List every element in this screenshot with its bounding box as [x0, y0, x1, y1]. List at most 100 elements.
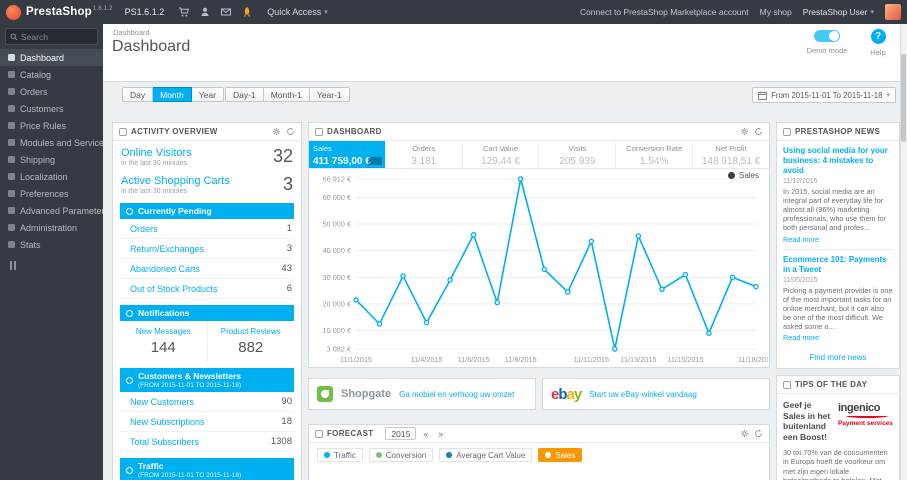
forecast-legend-conversion[interactable]: Conversion: [368, 448, 434, 462]
news-article-date: 11/12/2015: [783, 178, 818, 185]
demo-mode-toggle[interactable]: [814, 30, 840, 42]
sales-dot-icon: [545, 452, 552, 458]
shopgate-link[interactable]: Ga mobiel en verhoog uw omzet: [399, 390, 514, 399]
sidebar-item-stats[interactable]: Stats: [0, 236, 103, 253]
forecast-panel-title: FORECAST: [327, 429, 374, 438]
range-button-day-1[interactable]: Day-1: [225, 87, 264, 102]
gear-icon[interactable]: [740, 429, 749, 438]
ebay-promo: ebay Start uw eBay-winkel vandaag: [542, 378, 770, 410]
sidebar-item-shipping[interactable]: Shipping: [0, 151, 103, 168]
read-more-link[interactable]: Read more: [783, 235, 819, 244]
sidebar-item-administration[interactable]: Administration: [0, 219, 103, 236]
abandoned-carts-row[interactable]: Abandoned Carts 43: [120, 259, 294, 279]
rocket-icon[interactable]: [241, 6, 253, 18]
kpi-orders[interactable]: Orders 3 181: [386, 141, 463, 168]
conversion-dot-icon: [375, 452, 382, 458]
ebay-logo: ebay: [551, 385, 582, 403]
sidebar-item-localization[interactable]: Localization: [0, 168, 103, 185]
new-customers-row[interactable]: New Customers 90: [120, 392, 294, 412]
product-reviews-cell[interactable]: Product Reviews 882: [206, 321, 295, 362]
news-article-title[interactable]: Using social media for your business: 4 …: [783, 146, 893, 176]
new-messages-cell[interactable]: New Messages 144: [120, 321, 207, 362]
range-button-year[interactable]: Year: [191, 87, 224, 102]
dashboard-panel-title: DASHBOARD: [327, 127, 382, 136]
new-subscriptions-row[interactable]: New Subscriptions 18: [120, 412, 294, 432]
topbar: PrestaShop1.6.1.2 PS1.6.1.2 Quick Access…: [0, 0, 907, 24]
forecast-legend-average-cart-value[interactable]: Average Cart Value: [439, 448, 533, 462]
forecast-panel: FORECAST 2015 « » Traffic Conversion Ave…: [308, 424, 770, 480]
main-content: Dashboard Dashboard Demo mode ? Help Day…: [103, 24, 900, 480]
sidebar-item-price-rules[interactable]: Price Rules: [0, 117, 103, 134]
kpi-conversion-rate[interactable]: Conversion Rate 1.54%: [616, 141, 694, 168]
forecast-year-select[interactable]: 2015: [385, 427, 417, 440]
advanced-parameters-icon: [8, 207, 15, 214]
kpi-net-profit[interactable]: Net Profit 148 918,51 €: [693, 141, 769, 168]
range-button-day[interactable]: Day: [122, 87, 154, 102]
breadcrumb[interactable]: Dashboard: [113, 28, 150, 37]
active-carts-stat: Active Shopping Carts in the last 30 min…: [121, 174, 293, 195]
online-visitors-value: 32: [272, 146, 293, 166]
collapse-sidebar-icon[interactable]: [10, 261, 103, 270]
help-icon[interactable]: ?: [870, 29, 886, 44]
next-year-button[interactable]: »: [435, 429, 446, 439]
total-subscribers-row[interactable]: Total Subscribers 1308: [120, 432, 294, 452]
refresh-icon[interactable]: [754, 429, 763, 438]
search-input[interactable]: [21, 31, 93, 42]
user-avatar[interactable]: [885, 4, 901, 20]
gear-icon[interactable]: [740, 127, 749, 136]
topbar-notification-icons: [178, 6, 253, 18]
read-more-link[interactable]: Read more: [783, 333, 819, 342]
chart-legend-sales[interactable]: Sales: [727, 171, 759, 180]
find-more-news-link[interactable]: Find more news: [777, 347, 899, 368]
refresh-icon[interactable]: [286, 127, 295, 136]
tips-of-the-day-panel: TIPS OF THE DAY Geef je Sales in het bui…: [776, 375, 900, 480]
svg-text:11/6/2015: 11/6/2015: [458, 355, 490, 364]
prestashop-news-panel: PRESTASHOP NEWS Using social media for y…: [776, 122, 900, 370]
gear-icon[interactable]: [272, 127, 281, 136]
range-button-year-1[interactable]: Year-1: [309, 87, 350, 102]
sidebar-item-dashboard[interactable]: Dashboard: [0, 49, 103, 66]
notifications-header: Notifications: [120, 305, 294, 321]
quick-access-menu[interactable]: Quick Access ▾: [267, 7, 328, 17]
range-button-month[interactable]: Month: [153, 87, 192, 102]
online-visitors-stat: Online Visitors in the last 30 minutes 3…: [121, 146, 293, 167]
news-article-title[interactable]: Ecommerce 101: Payments in a Tweet: [783, 255, 893, 275]
sidebar-item-orders[interactable]: Orders: [0, 83, 103, 100]
marketplace-link[interactable]: Connect to PrestaShop Marketplace accoun…: [580, 7, 749, 17]
my-shop-link[interactable]: My shop: [760, 7, 792, 17]
cart-icon[interactable]: [178, 6, 190, 18]
user-menu[interactable]: PrestaShop User ▾: [803, 7, 874, 17]
kpi-visits[interactable]: Visits 205 939: [539, 141, 617, 168]
topbar-right: Connect to PrestaShop Marketplace accoun…: [580, 4, 901, 20]
sidebar-item-modules-and-services[interactable]: Modules and Services: [0, 134, 103, 151]
out-of-stock-row[interactable]: Out of Stock Products 6: [120, 279, 294, 299]
news-article-body: In 2015, social media are an integral pa…: [783, 187, 887, 233]
right-rail: PRESTASHOP NEWS Using social media for y…: [776, 122, 900, 480]
pending-returns-row[interactable]: Return/Exchanges 3: [120, 239, 294, 259]
ebay-link[interactable]: Start uw eBay-winkel vandaag: [589, 390, 697, 399]
active-carts-value: 3: [282, 174, 293, 194]
chevron-down-icon: ▾: [870, 9, 874, 16]
kpi-cart-value[interactable]: Cart Value 129,44 €: [463, 141, 540, 168]
customers-newsletters-header: Customers & Newsletters (FROM 2015-11-01…: [120, 368, 294, 392]
forecast-legend-traffic[interactable]: Traffic: [317, 448, 363, 462]
messages-icon[interactable]: [220, 6, 232, 18]
kpi-sales[interactable]: Sales 411 759,00 €: [309, 141, 386, 168]
range-button-month-1[interactable]: Month-1: [263, 87, 310, 102]
active-carts-link[interactable]: Active Shopping Carts: [121, 175, 230, 187]
online-visitors-link[interactable]: Online Visitors: [121, 147, 192, 159]
previous-year-button[interactable]: «: [420, 429, 431, 439]
date-range-picker[interactable]: From 2015-11-01 To 2015-11-18 ▾: [752, 87, 896, 103]
svg-text:3 082 €: 3 082 €: [327, 345, 351, 354]
scrollbar-thumb[interactable]: [901, 54, 906, 142]
sidebar-item-catalog[interactable]: Catalog: [0, 66, 103, 83]
sidebar-item-preferences[interactable]: Preferences: [0, 185, 103, 202]
shop-name-label[interactable]: PS1.6.1.2: [125, 7, 165, 17]
pending-orders-row[interactable]: Orders 1: [120, 219, 294, 239]
sidebar-item-advanced-parameters[interactable]: Advanced Parameters: [0, 202, 103, 219]
forecast-legend-sales[interactable]: Sales: [538, 448, 583, 462]
customers-notification-icon[interactable]: [199, 6, 211, 18]
sidebar-item-customers[interactable]: Customers: [0, 100, 103, 117]
refresh-icon[interactable]: [754, 127, 763, 136]
sidebar-item-label: Customers: [20, 103, 64, 114]
